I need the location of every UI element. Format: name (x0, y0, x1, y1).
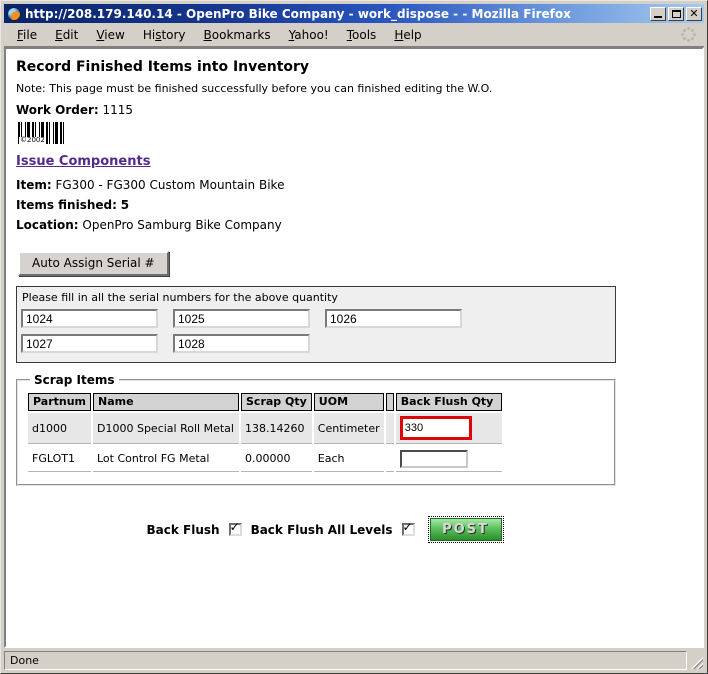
minimize-icon (654, 16, 662, 18)
menu-view[interactable]: View (87, 25, 133, 45)
location-line: Location: OpenPro Samburg Bike Company (16, 217, 692, 233)
table-row: d1000 D1000 Special Roll Metal 138.14260… (28, 413, 502, 444)
back-flush-qty-input-1[interactable] (400, 416, 472, 440)
cell-spacer (386, 446, 394, 472)
serial-numbers-box: Please fill in all the serial numbers fo… (16, 286, 616, 363)
header-partnum: Partnum (28, 393, 91, 411)
table-header-row: Partnum Name Scrap Qty UOM Back Flush Qt… (28, 393, 502, 411)
maximize-icon (672, 10, 681, 18)
header-scrap-qty: Scrap Qty (241, 393, 312, 411)
cell-back-flush-qty (396, 413, 502, 444)
throbber-icon (681, 27, 696, 42)
title-bar: http://208.179.140.14 - OpenPro Bike Com… (4, 4, 704, 23)
resize-grip-icon[interactable] (689, 651, 704, 670)
page-content: Record Finished Items into Inventory Not… (4, 47, 704, 648)
items-finished-value: 5 (121, 198, 129, 212)
serial-input-2[interactable] (173, 309, 310, 328)
header-spacer (386, 393, 394, 411)
location-value: OpenPro Samburg Bike Company (82, 218, 281, 232)
status-text: Done (4, 651, 687, 670)
cell-spacer (386, 413, 394, 444)
firefox-icon (7, 7, 21, 21)
serial-instruction: Please fill in all the serial numbers fo… (22, 291, 611, 304)
cell-name: D1000 Special Roll Metal (93, 413, 239, 444)
back-flush-checkbox[interactable] (229, 523, 242, 536)
menu-file[interactable]: File (8, 25, 46, 45)
scrap-items-legend: Scrap Items (30, 373, 119, 387)
back-flush-label: Back Flush (147, 523, 220, 537)
work-order-value: 1115 (103, 103, 134, 117)
serial-input-5[interactable] (173, 334, 310, 353)
menu-bar: File Edit View History Bookmarks Yahoo! … (4, 23, 704, 47)
location-label: Location: (16, 218, 79, 232)
header-uom: UOM (314, 393, 384, 411)
item-value: FG300 - FG300 Custom Mountain Bike (55, 178, 284, 192)
scrap-items-table: Partnum Name Scrap Qty UOM Back Flush Qt… (26, 391, 504, 474)
table-row: FGLOT1 Lot Control FG Metal 0.00000 Each (28, 446, 502, 472)
auto-assign-serial-button[interactable]: Auto Assign Serial # (18, 251, 169, 276)
header-back-flush-qty: Back Flush Qty (396, 393, 502, 411)
item-line: Item: FG300 - FG300 Custom Mountain Bike (16, 177, 692, 193)
item-label: Item: (16, 178, 52, 192)
back-flush-all-levels-checkbox[interactable] (402, 523, 415, 536)
cell-uom: Each (314, 446, 384, 472)
cell-name: Lot Control FG Metal (93, 446, 239, 472)
items-finished-label: Items finished: (16, 198, 117, 212)
scrap-items-fieldset: Scrap Items Partnum Name Scrap Qty UOM B… (16, 373, 616, 486)
menu-yahoo[interactable]: Yahoo! (280, 25, 338, 45)
status-bar: Done (4, 648, 704, 670)
menu-help[interactable]: Help (385, 25, 430, 45)
page-note: Note: This page must be finished success… (16, 82, 692, 95)
serial-input-1[interactable] (21, 309, 158, 328)
barcode-image: ©2002 (18, 122, 64, 144)
work-order-line: Work Order: 1115 (16, 102, 692, 118)
menu-history[interactable]: History (134, 25, 195, 45)
footer-controls: Back Flush Back Flush All Levels POST (4, 518, 692, 541)
close-button[interactable]: ✕ (686, 7, 702, 21)
header-name: Name (93, 393, 239, 411)
maximize-button[interactable] (668, 7, 684, 21)
window-title: http://208.179.140.14 - OpenPro Bike Com… (25, 7, 648, 21)
menu-tools[interactable]: Tools (338, 25, 386, 45)
serial-inputs (21, 309, 611, 353)
menu-edit[interactable]: Edit (46, 25, 87, 45)
page-title: Record Finished Items into Inventory (16, 59, 692, 75)
serial-input-4[interactable] (21, 334, 158, 353)
cell-back-flush-qty (396, 446, 502, 472)
minimize-button[interactable] (650, 7, 666, 21)
close-icon: ✕ (689, 8, 698, 19)
work-order-label: Work Order: (16, 103, 99, 117)
browser-window: http://208.179.140.14 - OpenPro Bike Com… (0, 0, 708, 674)
back-flush-all-levels-label: Back Flush All Levels (251, 523, 393, 537)
serial-input-3[interactable] (325, 309, 462, 328)
cell-scrap-qty: 0.00000 (241, 446, 312, 472)
post-button[interactable]: POST (430, 518, 502, 541)
cell-scrap-qty: 138.14260 (241, 413, 312, 444)
issue-components-link[interactable]: Issue Components (16, 154, 150, 169)
items-finished-line: Items finished: 5 (16, 197, 692, 213)
cell-partnum: FGLOT1 (28, 446, 91, 472)
cell-uom: Centimeter (314, 413, 384, 444)
barcode-text: ©2002 (19, 137, 46, 144)
cell-partnum: d1000 (28, 413, 91, 444)
menu-bookmarks[interactable]: Bookmarks (195, 25, 280, 45)
back-flush-qty-input-2[interactable] (400, 450, 468, 468)
